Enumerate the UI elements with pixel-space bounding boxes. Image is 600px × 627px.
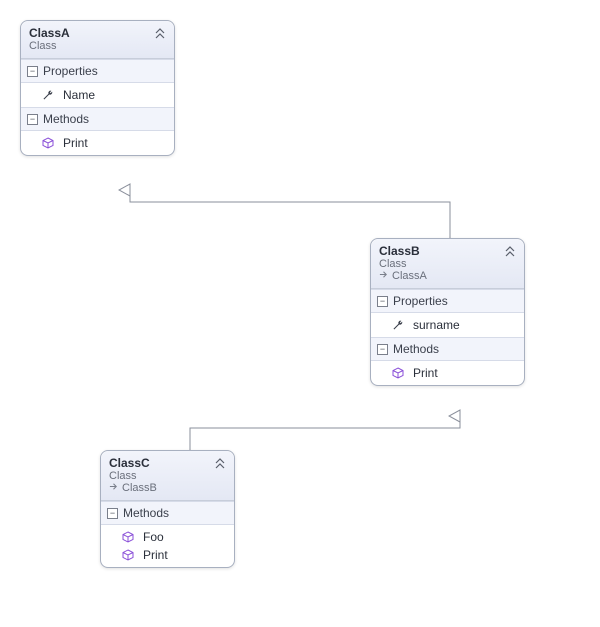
properties-list: surname	[371, 313, 524, 337]
class-header[interactable]: ClassC Class ClassB	[101, 451, 234, 501]
method-name: Print	[63, 136, 88, 150]
minus-icon[interactable]: −	[27, 66, 38, 77]
methods-label: Methods	[123, 506, 169, 520]
properties-label: Properties	[43, 64, 98, 78]
arrow-right-icon	[379, 270, 388, 282]
inheritance-connector-b-to-a	[130, 190, 450, 238]
base-class-name: ClassB	[122, 482, 157, 494]
method-member[interactable]: Print	[101, 546, 234, 564]
class-title: ClassB	[379, 244, 516, 258]
class-title: ClassC	[109, 456, 226, 470]
class-stereotype: Class	[109, 470, 226, 482]
wrench-icon	[391, 319, 405, 331]
minus-icon[interactable]: −	[107, 508, 118, 519]
base-class-name: ClassA	[392, 270, 427, 282]
methods-list: Print	[21, 131, 174, 155]
class-stereotype: Class	[379, 258, 516, 270]
minus-icon[interactable]: −	[377, 344, 388, 355]
property-name: surname	[413, 318, 460, 332]
collapse-chevron-icon[interactable]	[214, 457, 226, 469]
method-member[interactable]: Print	[371, 364, 524, 382]
properties-list: Name	[21, 83, 174, 107]
collapse-chevron-icon[interactable]	[504, 245, 516, 257]
minus-icon[interactable]: −	[27, 114, 38, 125]
class-title: ClassA	[29, 26, 166, 40]
class-header[interactable]: ClassA Class	[21, 21, 174, 59]
method-member[interactable]: Foo	[101, 528, 234, 546]
collapse-chevron-icon[interactable]	[154, 27, 166, 39]
inheritance-connector-c-to-b	[190, 416, 460, 450]
class-box-b[interactable]: ClassB Class ClassA − Properties surname…	[370, 238, 525, 386]
properties-section-header[interactable]: − Properties	[371, 289, 524, 313]
class-header[interactable]: ClassB Class ClassA	[371, 239, 524, 289]
method-icon	[121, 531, 135, 543]
method-name: Print	[143, 548, 168, 562]
base-class-line: ClassB	[109, 482, 226, 494]
methods-label: Methods	[393, 342, 439, 356]
property-member[interactable]: surname	[371, 316, 524, 334]
properties-section-header[interactable]: − Properties	[21, 59, 174, 83]
property-member[interactable]: Name	[21, 86, 174, 104]
method-member[interactable]: Print	[21, 134, 174, 152]
property-name: Name	[63, 88, 95, 102]
arrow-right-icon	[109, 482, 118, 494]
properties-label: Properties	[393, 294, 448, 308]
wrench-icon	[41, 89, 55, 101]
method-name: Foo	[143, 530, 164, 544]
minus-icon[interactable]: −	[377, 296, 388, 307]
methods-section-header[interactable]: − Methods	[21, 107, 174, 131]
method-icon	[391, 367, 405, 379]
class-stereotype: Class	[29, 40, 166, 52]
method-icon	[121, 549, 135, 561]
methods-list: Foo Print	[101, 525, 234, 567]
methods-section-header[interactable]: − Methods	[371, 337, 524, 361]
method-icon	[41, 137, 55, 149]
methods-list: Print	[371, 361, 524, 385]
base-class-line: ClassA	[379, 270, 516, 282]
methods-section-header[interactable]: − Methods	[101, 501, 234, 525]
class-box-c[interactable]: ClassC Class ClassB − Methods Foo Print	[100, 450, 235, 568]
class-box-a[interactable]: ClassA Class − Properties Name − Methods…	[20, 20, 175, 156]
method-name: Print	[413, 366, 438, 380]
methods-label: Methods	[43, 112, 89, 126]
